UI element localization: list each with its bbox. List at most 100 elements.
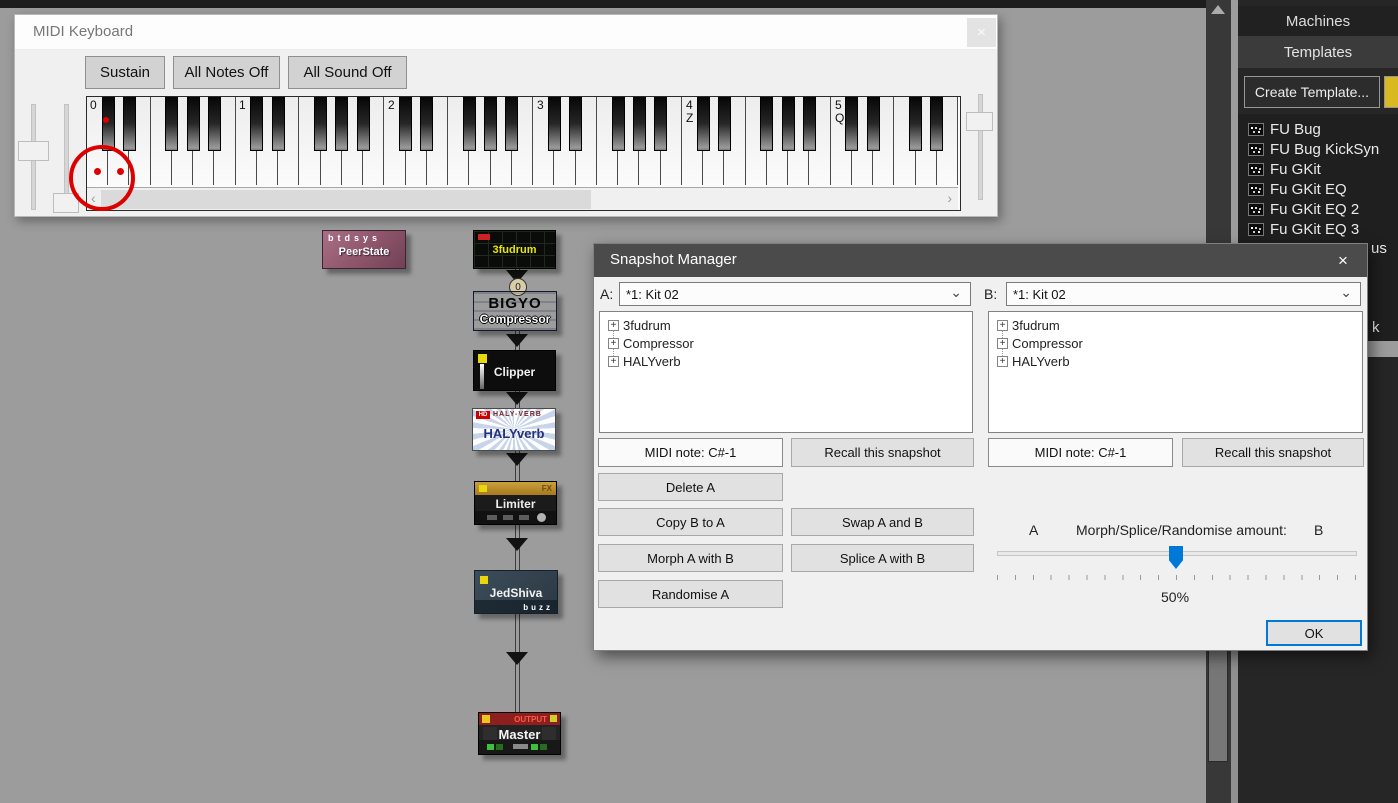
scroll-right-icon[interactable]: › (947, 190, 952, 206)
midi-note-a-button[interactable]: MIDI note: C#-1 (598, 438, 783, 467)
scroll-up-icon[interactable] (1211, 5, 1225, 14)
template-label: Fu GKit EQ 2 (1270, 201, 1359, 218)
piano-key-black[interactable] (867, 97, 880, 151)
expand-icon[interactable]: + (608, 356, 619, 367)
piano-key-black[interactable] (357, 97, 370, 151)
machine-node-halyverb[interactable]: HD HALY-VERB HALYverb (472, 408, 556, 451)
piano-keyboard[interactable]: 0 1 2 3 4 5 Z Q (87, 97, 958, 186)
piano-key-black[interactable] (697, 97, 710, 151)
randomise-a-button[interactable]: Randomise A (598, 580, 783, 608)
template-list-item[interactable]: Fu GKit EQ 2 (1248, 199, 1359, 219)
template-folder-button[interactable] (1384, 76, 1398, 108)
all-sound-off-button[interactable]: All Sound Off (288, 56, 407, 89)
piano-key-black[interactable] (760, 97, 773, 151)
velocity-slider-handle[interactable] (18, 141, 49, 161)
piano-key-black[interactable] (803, 97, 816, 151)
piano-key-black[interactable] (484, 97, 497, 151)
template-label-partial[interactable]: us (1371, 240, 1387, 257)
template-list-item[interactable]: Fu GKit (1248, 159, 1321, 179)
piano-key-black[interactable] (335, 97, 348, 151)
expand-icon[interactable]: + (997, 338, 1008, 349)
all-notes-off-button[interactable]: All Notes Off (173, 56, 280, 89)
dialog-titlebar[interactable]: Snapshot Manager × (594, 244, 1367, 277)
recall-a-button[interactable]: Recall this snapshot (791, 438, 974, 467)
piano-key-black[interactable] (314, 97, 327, 151)
snapshot-a-tree[interactable]: +3fudrum + Compressor + HALYverb (599, 311, 973, 433)
tree-item-label[interactable]: 3fudrum (623, 318, 671, 333)
piano-key-black[interactable] (505, 97, 518, 151)
piano-key-black[interactable] (123, 97, 136, 151)
close-icon[interactable]: × (967, 18, 996, 47)
create-template-button[interactable]: Create Template... (1244, 76, 1380, 108)
panel-splitter[interactable] (1231, 650, 1238, 803)
swap-a-b-button[interactable]: Swap A and B (791, 508, 974, 536)
template-label-partial[interactable]: k (1372, 319, 1380, 336)
piano-key-black[interactable] (272, 97, 285, 151)
volume-knob[interactable] (513, 744, 528, 749)
splice-a-b-button[interactable]: Splice A with B (791, 544, 974, 572)
piano-key-black[interactable] (612, 97, 625, 151)
machine-node-compressor[interactable]: BIGYO Compressor (473, 291, 557, 331)
piano-key-black[interactable] (548, 97, 561, 151)
snapshot-b-select[interactable]: *1: Kit 02 ⌄ (1006, 282, 1361, 306)
piano-key-black[interactable] (187, 97, 200, 151)
morph-slider-thumb[interactable] (1169, 546, 1183, 569)
piano-key-black[interactable] (420, 97, 433, 151)
machine-node-3fudrum[interactable]: 3fudrum (473, 230, 556, 269)
copy-b-to-a-button[interactable]: Copy B to A (598, 508, 783, 536)
right-slider-track[interactable] (978, 94, 983, 200)
template-label: FU Bug KickSyn (1270, 141, 1379, 158)
piano-key-black[interactable] (250, 97, 263, 151)
expand-icon[interactable]: + (608, 320, 619, 331)
hd-badge: HD (476, 411, 490, 419)
template-list-item[interactable]: Fu GKit EQ (1248, 179, 1347, 199)
piano-key-black[interactable] (165, 97, 178, 151)
right-slider-handle[interactable] (966, 112, 993, 131)
piano-key-black[interactable] (782, 97, 795, 151)
piano-key-black[interactable] (463, 97, 476, 151)
machine-node-clipper[interactable]: Clipper (473, 350, 556, 391)
midi-note-b-button[interactable]: MIDI note: C#-1 (988, 438, 1173, 467)
window-titlebar[interactable]: MIDI Keyboard (15, 15, 997, 50)
scrollbar-thumb[interactable] (101, 190, 591, 209)
close-icon[interactable]: × (1327, 244, 1359, 277)
machine-node-master[interactable]: OUTPUT Master (478, 712, 561, 755)
octave-label: 0 (90, 98, 97, 112)
machine-node-peerstate[interactable]: btdsys PeerState (322, 230, 406, 269)
sustain-button[interactable]: Sustain (85, 56, 165, 89)
expand-icon[interactable]: + (608, 338, 619, 349)
piano-key-black[interactable] (930, 97, 943, 151)
tree-item-label[interactable]: HALYverb (623, 354, 681, 369)
octave-slider-track[interactable] (64, 104, 69, 200)
piano-key-black[interactable] (909, 97, 922, 151)
piano-key-black[interactable] (654, 97, 667, 151)
delete-a-button[interactable]: Delete A (598, 473, 783, 501)
tab-templates[interactable]: Templates (1238, 36, 1398, 68)
ok-button[interactable]: OK (1266, 620, 1362, 646)
snapshot-b-tree[interactable]: +3fudrum + Compressor + HALYverb (988, 311, 1363, 433)
expand-icon[interactable]: + (997, 320, 1008, 331)
recall-b-button[interactable]: Recall this snapshot (1182, 438, 1364, 467)
template-list-item[interactable]: FU Bug KickSyn (1248, 139, 1379, 159)
expand-icon[interactable]: + (997, 356, 1008, 367)
piano-key-black[interactable] (718, 97, 731, 151)
meter-segment (496, 744, 503, 750)
template-list-item[interactable]: FU Bug (1248, 119, 1321, 139)
snapshot-a-select[interactable]: *1: Kit 02 ⌄ (619, 282, 971, 306)
machine-node-limiter[interactable]: FX Limiter (474, 481, 557, 525)
keyboard-scrollbar[interactable]: ‹ › (87, 187, 958, 210)
template-list-item[interactable]: Fu GKit EQ 3 (1248, 219, 1359, 239)
piano-key-black[interactable] (633, 97, 646, 151)
tab-machines[interactable]: Machines (1238, 6, 1398, 36)
piano-key-black[interactable] (399, 97, 412, 151)
tree-item-label[interactable]: 3fudrum (1012, 318, 1060, 333)
machine-node-jedshiva[interactable]: JedShiva buzz (474, 570, 558, 614)
morph-a-b-button[interactable]: Morph A with B (598, 544, 783, 572)
tree-item-label[interactable]: Compressor (623, 336, 694, 351)
piano-key-black[interactable] (208, 97, 221, 151)
piano-key-black[interactable] (845, 97, 858, 151)
tree-item-label[interactable]: HALYverb (1012, 354, 1070, 369)
piano-key-black[interactable] (569, 97, 582, 151)
tree-item-label[interactable]: Compressor (1012, 336, 1083, 351)
piano-key-black[interactable] (102, 97, 115, 151)
